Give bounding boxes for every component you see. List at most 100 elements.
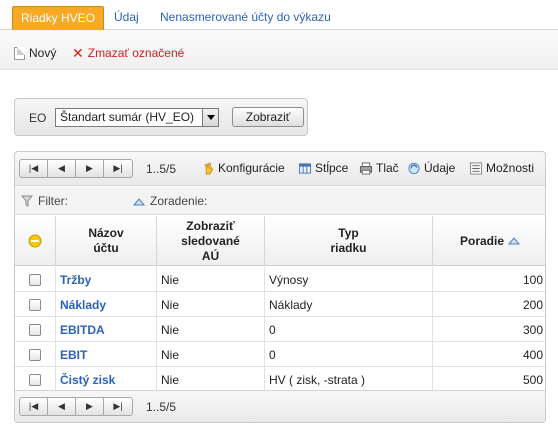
select-all-icon — [28, 234, 42, 248]
dropdown-arrow-icon[interactable] — [202, 109, 218, 126]
delete-selected-label: Zmazať označené — [87, 46, 185, 60]
new-button-label: Nový — [29, 46, 57, 60]
grid-header: Názov účtu Zobraziť sledované AÚ Typ ria… — [15, 216, 545, 266]
filter-label: Filter: — [38, 194, 68, 208]
pager-info-bottom: 1..5/5 — [146, 400, 177, 414]
eo-select-value: Štandart sumár (HV_EO) — [60, 110, 195, 124]
row-order: 300 — [522, 322, 543, 337]
row-type: 0 — [265, 317, 433, 342]
row-tracked: Nie — [157, 292, 265, 317]
columns-label: Stĺpce — [315, 161, 349, 175]
row-tracked: Nie — [157, 267, 265, 292]
row-tracked: Nie — [157, 367, 265, 392]
config-button[interactable]: Konfigurácie — [201, 161, 285, 175]
data-button[interactable]: Údaje — [407, 161, 455, 175]
sort-ascending-icon — [508, 237, 520, 245]
filter-bar: Filter: Zoradenie: — [15, 187, 545, 215]
row-order: 500 — [522, 372, 543, 387]
last-page-icon[interactable]: ▶| — [104, 398, 132, 415]
print-button[interactable]: Tlač — [359, 161, 399, 175]
pager-top: |◀ ◀ ▶ ▶| 1..5/5 Konfigurácie Stĺpce Tla… — [15, 152, 545, 186]
pager-bottom: |◀ ◀ ▶ ▶| 1..5/5 — [15, 390, 545, 422]
header-name[interactable]: Názov účtu — [56, 216, 157, 266]
data-grid: |◀ ◀ ▶ ▶| 1..5/5 Konfigurácie Stĺpce Tla… — [14, 151, 546, 423]
pager-buttons-bottom: |◀ ◀ ▶ ▶| — [19, 397, 133, 416]
filter-button[interactable]: Filter: — [21, 194, 68, 208]
next-page-icon[interactable]: ▶ — [76, 160, 104, 177]
table-row[interactable]: EBITDA Nie 0 300 — [15, 317, 545, 342]
options-button[interactable]: Možnosti — [469, 161, 534, 175]
sort-label: Zoradenie: — [150, 194, 208, 208]
row-name[interactable]: Tržby — [56, 267, 157, 292]
data-label: Údaje — [424, 161, 456, 175]
refresh-data-icon — [408, 162, 420, 174]
show-button[interactable]: Zobraziť — [232, 107, 304, 127]
pager-buttons: |◀ ◀ ▶ ▶| — [19, 159, 133, 178]
row-checkbox-cell — [15, 342, 56, 367]
tab-bar: Riadky HVEO Údaj Nenasmerované účty do v… — [0, 0, 558, 30]
delete-selected-button[interactable]: ✕ Zmazať označené — [72, 44, 184, 62]
header-tracked-line1: Zobraziť — [186, 218, 235, 233]
row-checkbox[interactable] — [29, 348, 41, 361]
header-type[interactable]: Typ riadku — [265, 216, 433, 266]
options-icon — [469, 161, 483, 175]
config-label: Konfigurácie — [218, 161, 285, 175]
tab-riadky-hveo[interactable]: Riadky HVEO — [12, 6, 105, 30]
row-checkbox[interactable] — [29, 273, 41, 286]
toolbar: Nový ✕ Zmazať označené — [0, 30, 558, 70]
tab-nenasmerovane-ucty[interactable]: Nenasmerované účty do výkazu — [152, 6, 339, 30]
eo-filter-panel: EO Štandart sumár (HV_EO) Zobraziť — [14, 98, 308, 136]
header-tracked-line3: AÚ — [201, 248, 220, 263]
funnel-icon — [21, 195, 33, 207]
header-tracked[interactable]: Zobraziť sledované AÚ — [157, 216, 265, 266]
printer-icon — [359, 161, 373, 175]
row-type: Náklady — [265, 292, 433, 317]
next-page-icon[interactable]: ▶ — [76, 398, 104, 415]
row-name[interactable]: EBITDA — [56, 317, 157, 342]
tab-udaj[interactable]: Údaj — [106, 6, 147, 30]
header-tracked-line2: sledované — [181, 233, 240, 248]
row-type: HV ( zisk, -strata ) — [265, 367, 433, 392]
row-tracked: Nie — [157, 342, 265, 367]
prev-page-icon[interactable]: ◀ — [48, 398, 76, 415]
options-label: Možnosti — [486, 161, 535, 175]
row-checkbox[interactable] — [29, 373, 41, 386]
new-document-icon — [14, 46, 25, 60]
row-name[interactable]: EBIT — [56, 342, 157, 367]
header-order[interactable]: Poradie — [433, 216, 545, 266]
first-page-icon[interactable]: |◀ — [20, 398, 48, 415]
row-name[interactable]: Náklady — [56, 292, 157, 317]
row-checkbox-cell — [15, 367, 56, 392]
columns-icon — [298, 162, 312, 174]
row-checkbox[interactable] — [29, 323, 41, 336]
row-checkbox[interactable] — [29, 298, 41, 311]
header-type-line1: Typ — [338, 226, 359, 240]
row-order: 400 — [522, 347, 543, 362]
sort-up-icon — [133, 197, 145, 205]
row-type: 0 — [265, 342, 433, 367]
row-name[interactable]: Čistý zisk — [56, 367, 157, 392]
columns-button[interactable]: Stĺpce — [298, 161, 348, 175]
last-page-icon[interactable]: ▶| — [104, 160, 132, 177]
new-button[interactable]: Nový — [14, 44, 56, 62]
row-checkbox-cell — [15, 267, 56, 292]
row-checkbox-cell — [15, 317, 56, 342]
eo-label: EO — [29, 111, 47, 125]
row-checkbox-cell — [15, 292, 56, 317]
header-type-line2: riadku — [330, 241, 367, 255]
pager-info: 1..5/5 — [146, 162, 177, 176]
row-order: 200 — [522, 297, 543, 312]
prev-page-icon[interactable]: ◀ — [48, 160, 76, 177]
row-type: Výnosy — [265, 267, 433, 292]
first-page-icon[interactable]: |◀ — [20, 160, 48, 177]
table-row[interactable]: Náklady Nie Náklady 200 — [15, 292, 545, 317]
table-row[interactable]: EBIT Nie 0 400 — [15, 342, 545, 367]
delete-icon: ✕ — [72, 45, 84, 61]
table-row[interactable]: Tržby Nie Výnosy 100 — [15, 267, 545, 292]
table-row[interactable]: Čistý zisk Nie HV ( zisk, -strata ) 500 — [15, 367, 545, 392]
sort-button[interactable]: Zoradenie: — [133, 194, 207, 208]
hand-icon — [204, 161, 214, 174]
select-all-header[interactable] — [15, 216, 56, 266]
eo-select[interactable]: Štandart sumár (HV_EO) — [55, 108, 219, 127]
header-name-line2: účtu — [93, 241, 119, 255]
